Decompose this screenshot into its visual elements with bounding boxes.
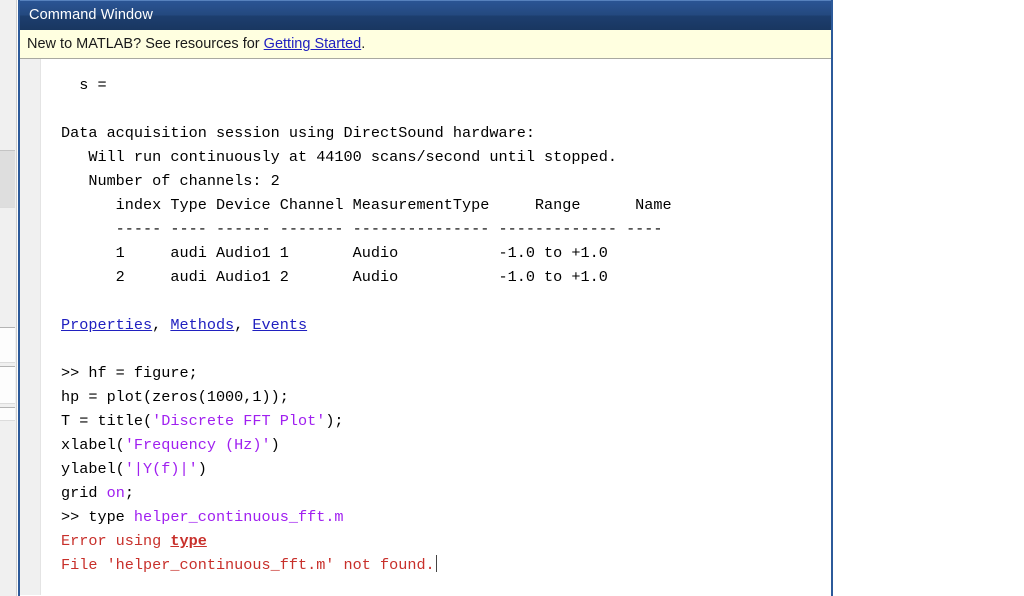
console-string-literal: on xyxy=(106,484,125,502)
console-line: >> type helper_continuous_fft.m xyxy=(61,505,831,529)
console-error-text: Error using xyxy=(61,532,171,550)
console-line: Properties, Methods, Events xyxy=(61,313,831,337)
console-line: hp = plot(zeros(1000,1)); xyxy=(61,385,831,409)
console-error-text: File 'helper_continuous_fft.m' not found… xyxy=(61,556,435,574)
command-window-panel: Command Window New to MATLAB? See resour… xyxy=(18,0,833,596)
console-line: grid on; xyxy=(61,481,831,505)
desktop-background-strip xyxy=(0,0,17,596)
console-text: ----- ---- ------ ------- --------------… xyxy=(61,220,663,238)
banner-prefix-text: New to MATLAB? See resources for xyxy=(27,36,264,52)
console-text: grid xyxy=(61,484,107,502)
console-text: ; xyxy=(124,484,134,502)
console-text: Will run continuously at 44100 scans/sec… xyxy=(61,148,617,166)
console-line: File 'helper_continuous_fft.m' not found… xyxy=(61,553,831,577)
console-text: ) xyxy=(270,436,280,454)
console-string-literal: helper_continuous_fft.m xyxy=(133,508,344,526)
console-text: 1 audi Audio1 1 Audio -1.0 to +1.0 xyxy=(61,244,608,262)
console-text: Number of channels: 2 xyxy=(61,172,280,190)
desktop-panel-fragment-2 xyxy=(0,327,15,363)
console-string-literal: '|Y(f)|' xyxy=(124,460,198,478)
console-text: >> type xyxy=(61,508,134,526)
getting-started-link[interactable]: Getting Started xyxy=(264,36,362,52)
console-text: index Type Device Channel MeasurementTyp… xyxy=(61,196,672,214)
console-left-gutter xyxy=(20,59,41,595)
console-link-events[interactable]: Events xyxy=(252,316,307,334)
screen-root: Command Window New to MATLAB? See resour… xyxy=(0,0,1024,596)
console-text: T = title( xyxy=(61,412,153,430)
console-link-methods[interactable]: Methods xyxy=(170,316,234,334)
console-text: >> hf = figure; xyxy=(61,364,198,382)
console-text: 2 audi Audio1 2 Audio -1.0 to +1.0 xyxy=(61,268,608,286)
console-text: , xyxy=(152,316,171,334)
console-link-properties[interactable]: Properties xyxy=(61,316,152,334)
console-line: >> hf = figure; xyxy=(61,361,831,385)
command-window-output[interactable]: s = Data acquisition session using Direc… xyxy=(41,59,831,595)
console-text: ); xyxy=(325,412,344,430)
console-string-literal: 'Discrete FFT Plot' xyxy=(152,412,326,430)
console-line: ----- ---- ------ ------- --------------… xyxy=(61,217,831,241)
banner-suffix-text: . xyxy=(361,36,366,52)
window-title: Command Window xyxy=(29,7,153,24)
console-text: s = xyxy=(61,76,116,94)
console-string-literal: 'Frequency (Hz)' xyxy=(124,436,271,454)
desktop-panel-fragment-4 xyxy=(0,407,15,421)
console-line: Error using type xyxy=(61,529,831,553)
console-line: xlabel('Frequency (Hz)') xyxy=(61,433,831,457)
console-line: Number of channels: 2 xyxy=(61,169,831,193)
console-line: 2 audi Audio1 2 Audio -1.0 to +1.0 xyxy=(61,265,831,289)
banner-text: New to MATLAB? See resources for Getting… xyxy=(20,36,365,52)
console-error-function: type xyxy=(170,532,207,550)
console-text: ) xyxy=(197,460,207,478)
console-line: T = title('Discrete FFT Plot'); xyxy=(61,409,831,433)
new-to-matlab-banner: New to MATLAB? See resources for Getting… xyxy=(20,30,831,59)
console-area: s = Data acquisition session using Direc… xyxy=(20,59,831,595)
desktop-panel-fragment-1 xyxy=(0,150,15,208)
console-text: Data acquisition session using DirectSou… xyxy=(61,124,535,142)
console-text: , xyxy=(234,316,253,334)
console-text: hp = plot(zeros(1000,1)); xyxy=(61,388,289,406)
console-line: index Type Device Channel MeasurementTyp… xyxy=(61,193,831,217)
console-line: Will run continuously at 44100 scans/sec… xyxy=(61,145,831,169)
desktop-panel-fragment-3 xyxy=(0,366,15,404)
console-text: xlabel( xyxy=(61,436,125,454)
console-text: ylabel( xyxy=(61,460,125,478)
text-caret xyxy=(435,555,437,572)
console-line: 1 audi Audio1 1 Audio -1.0 to +1.0 xyxy=(61,241,831,265)
console-line: s = xyxy=(61,73,831,97)
console-line: Data acquisition session using DirectSou… xyxy=(61,121,831,145)
console-line: ylabel('|Y(f)|') xyxy=(61,457,831,481)
command-window-titlebar[interactable]: Command Window xyxy=(20,0,831,30)
